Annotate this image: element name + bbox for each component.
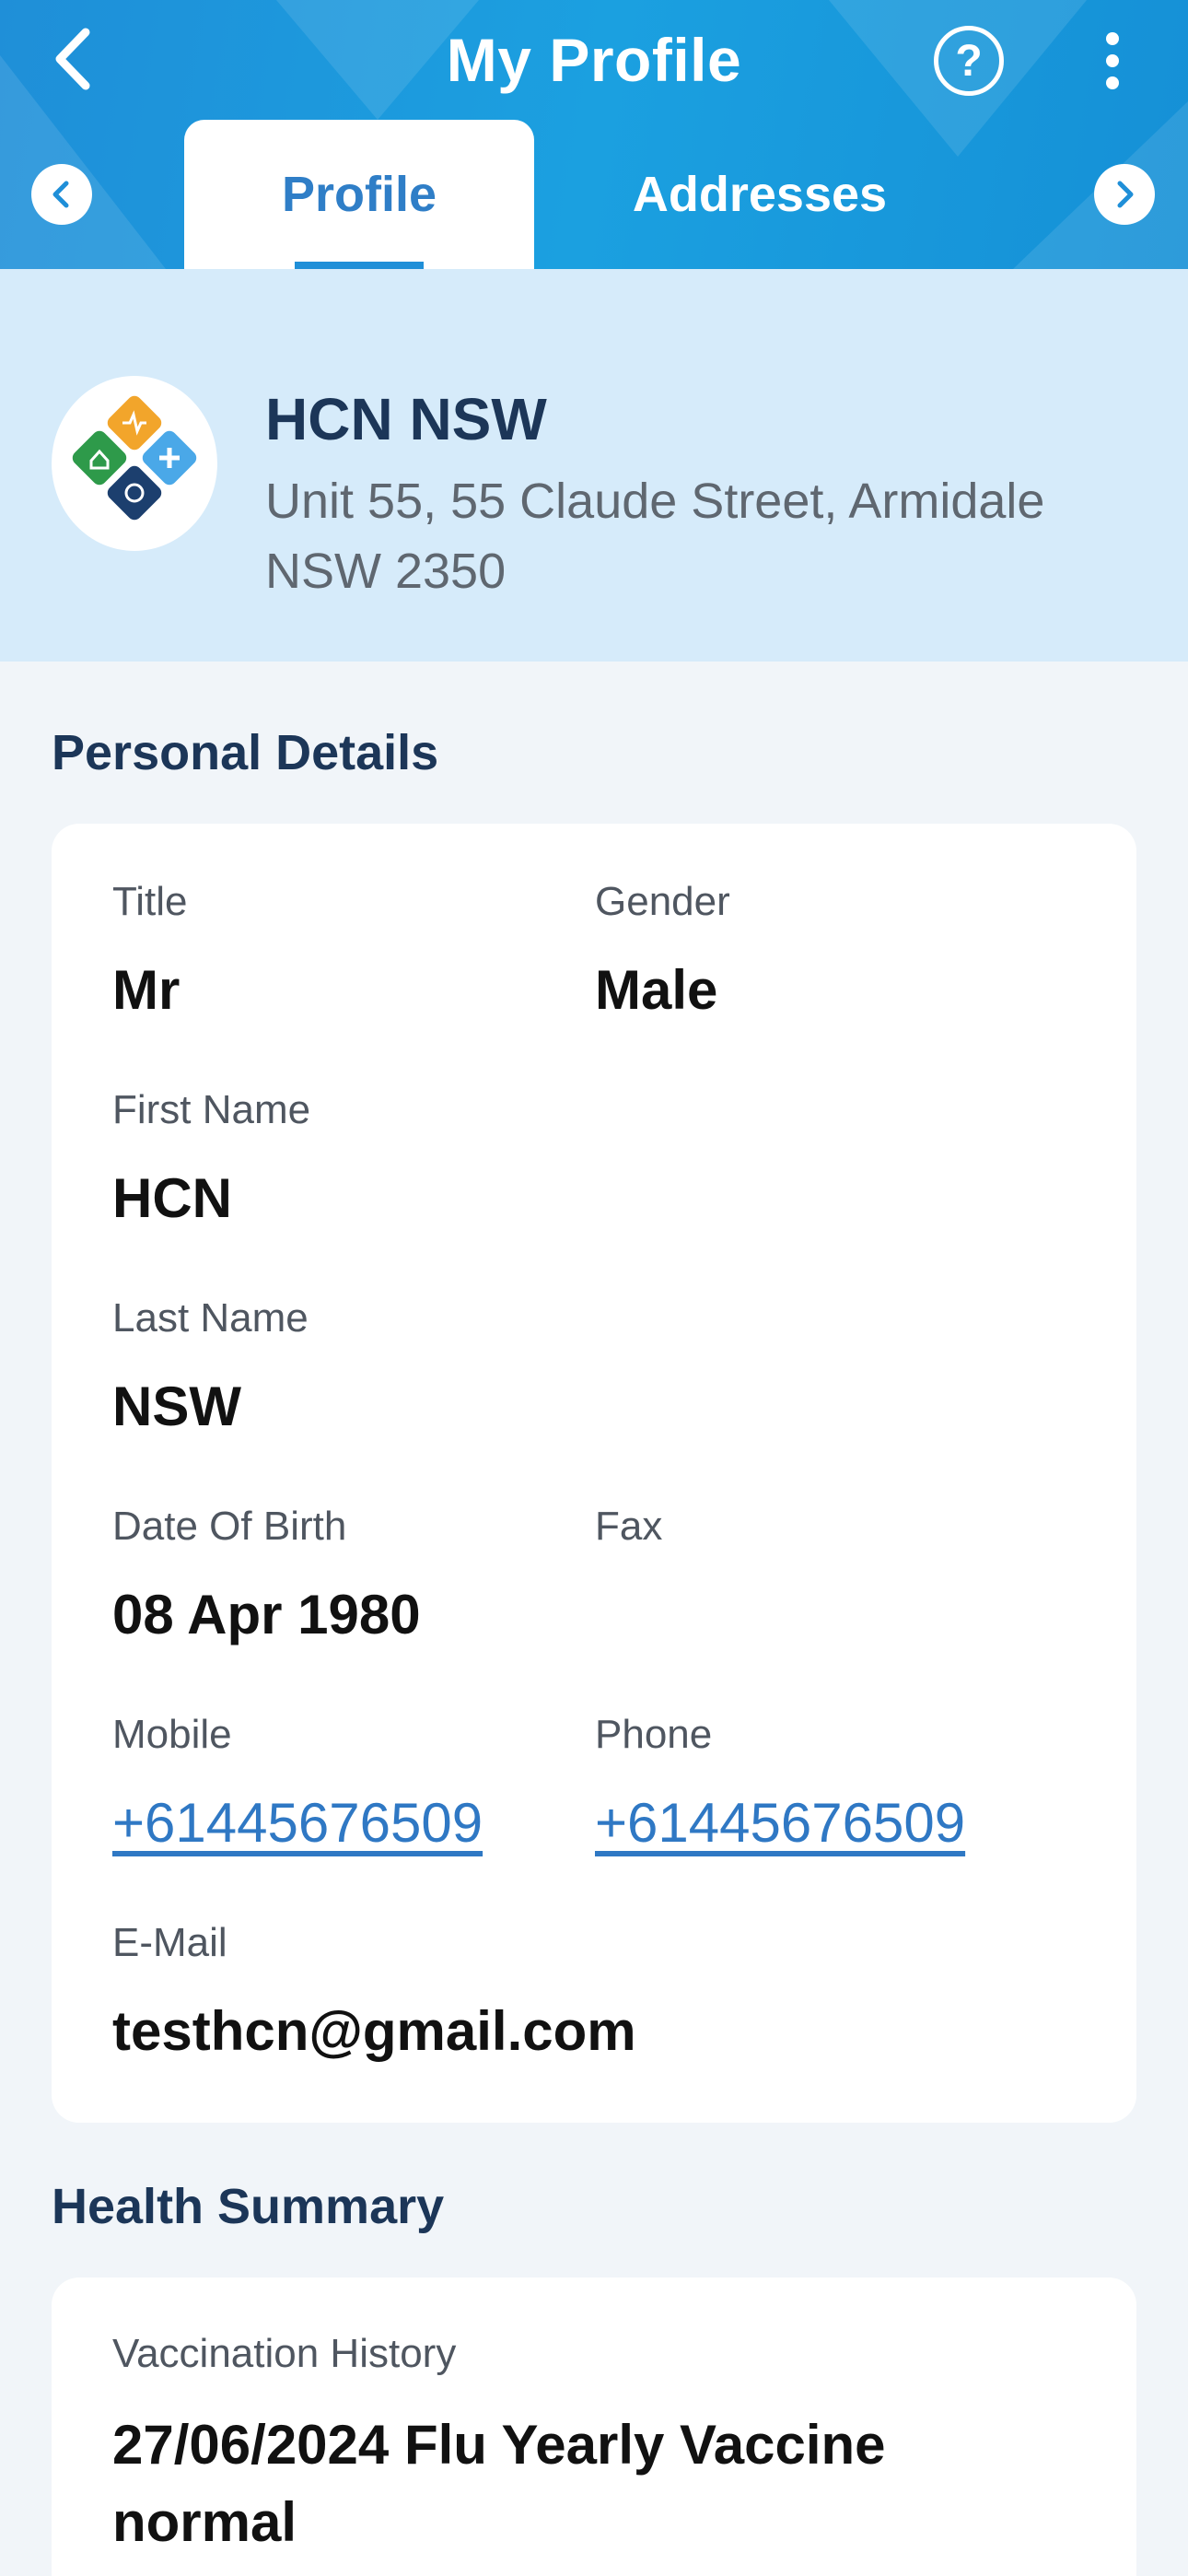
personal-details-heading: Personal Details [52, 725, 439, 780]
help-circle-icon: ? [955, 36, 983, 86]
page-title: My Profile [446, 26, 742, 94]
organisation-name: HCN NSW [265, 386, 547, 452]
health-summary-heading: Health Summary [52, 2179, 445, 2234]
gender-label: Gender [595, 879, 730, 924]
tab-profile[interactable]: Profile [184, 120, 534, 269]
last-name-value: NSW [112, 1376, 241, 1437]
phone-number-link[interactable]: +61445676509 [595, 1791, 965, 1855]
health-network-logo-icon [72, 395, 197, 521]
vaccination-history-value: 27/06/2024 Flu Yearly Vaccine normal [112, 2414, 886, 2553]
app-header: My Profile ? Profile Addresses [0, 0, 1188, 269]
last-name-label: Last Name [112, 1295, 309, 1341]
organisation-banner: HCN NSW Unit 55, 55 Claude Street, Armid… [0, 269, 1188, 662]
vaccination-history-label: Vaccination History [112, 2331, 457, 2376]
organisation-logo [52, 376, 217, 551]
phone-label: Phone [595, 1712, 713, 1757]
dob-label: Date Of Birth [112, 1504, 347, 1549]
health-summary-card: Vaccination History 27/06/2024 Flu Yearl… [52, 2277, 1136, 2576]
email-value: testhcn@gmail.com [112, 2000, 636, 2062]
email-label: E-Mail [112, 1920, 227, 1965]
personal-details-card: Title Mr Gender Male First Name HCN Last… [52, 824, 1136, 2123]
first-name-label: First Name [112, 1087, 311, 1132]
organisation-address: Unit 55, 55 Claude Street, Armidale NSW … [265, 474, 1045, 599]
tab-profile-label: Profile [281, 167, 437, 222]
mobile-number-link[interactable]: +61445676509 [112, 1791, 483, 1855]
gender-value: Male [595, 959, 718, 1021]
dob-value: 08 Apr 1980 [112, 1584, 421, 1645]
mobile-label: Mobile [112, 1712, 232, 1757]
title-label: Title [112, 879, 188, 924]
tab-scroll-right-button[interactable] [1094, 164, 1155, 225]
active-tab-indicator [295, 262, 424, 269]
chevron-left-icon [52, 181, 69, 208]
tab-addresses-label: Addresses [632, 167, 888, 222]
tab-addresses[interactable]: Addresses [608, 120, 912, 269]
help-button[interactable]: ? [934, 26, 1004, 96]
title-value: Mr [112, 959, 181, 1021]
chevron-right-icon [1117, 181, 1134, 208]
more-vertical-icon [1106, 32, 1119, 89]
fax-label: Fax [595, 1504, 663, 1549]
tab-scroll-left-button[interactable] [31, 164, 92, 225]
more-options-button[interactable] [1087, 24, 1138, 98]
first-name-value: HCN [112, 1167, 232, 1229]
